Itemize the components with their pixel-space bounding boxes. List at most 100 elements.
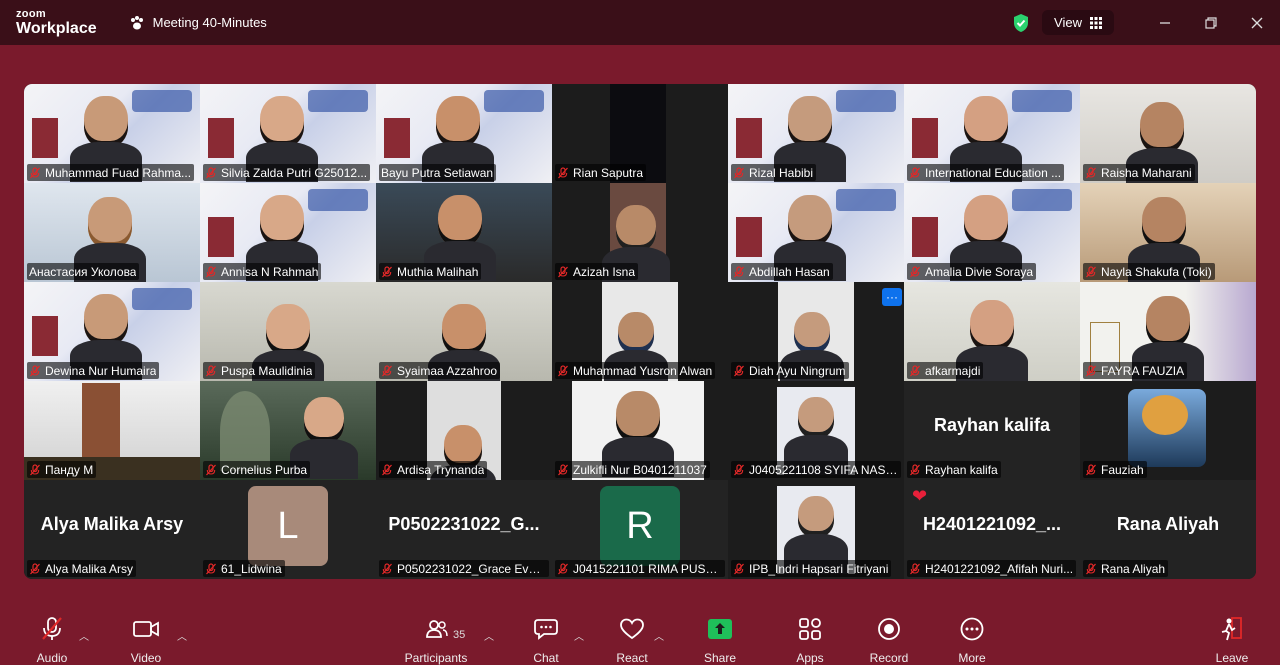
participant-name-label: Puspa Maulidinia <box>203 362 316 379</box>
audio-button[interactable]: Audio <box>30 612 74 665</box>
muted-mic-icon <box>30 364 40 376</box>
meeting-title-text: Meeting 40-Minutes <box>152 15 267 30</box>
muted-mic-icon <box>382 265 392 277</box>
participant-tile[interactable]: Muhammad Fuad Rahma... <box>24 84 200 183</box>
muted-mic-icon <box>910 364 920 376</box>
apps-button[interactable]: Apps <box>790 612 830 665</box>
participant-display-name: H2401221092_... <box>922 514 1062 534</box>
grid-icon <box>1090 16 1102 29</box>
participant-tile[interactable]: Анастасия Уколова <box>24 183 200 282</box>
video-options-caret[interactable]: ︿ <box>177 628 187 643</box>
participant-tile[interactable]: FAYRA FAUZIA <box>1080 282 1256 381</box>
participant-tile[interactable]: J0405221108 SYIFA NASY... <box>728 381 904 480</box>
avatar-initial: R <box>626 504 654 547</box>
minimize-button[interactable] <box>1142 0 1188 45</box>
participant-display-name: P0502231022_G... <box>388 514 540 534</box>
participant-tile[interactable]: Abdillah Hasan <box>728 183 904 282</box>
participant-name: Alya Malika Arsy <box>45 561 134 576</box>
leave-button[interactable]: Leave <box>1212 612 1252 665</box>
participant-tile[interactable]: Rayhan kalifa Rayhan kalifa <box>904 381 1080 480</box>
muted-mic-icon <box>206 562 216 574</box>
participant-tile[interactable]: Ardisa Trynanda <box>376 381 552 480</box>
participant-tile[interactable]: Azizah Isna <box>552 183 728 282</box>
participant-name-label: Alya Malika Arsy <box>27 560 137 577</box>
meeting-title[interactable]: Meeting 40-Minutes <box>129 15 267 31</box>
participant-name-label: Silvia Zalda Putri G25012... <box>203 164 371 181</box>
muted-mic-icon <box>1086 562 1096 574</box>
participant-name-label: IPB_Indri Hapsari Fitriyani <box>731 560 892 577</box>
participant-tile[interactable]: IPB_Indri Hapsari Fitriyani <box>728 480 904 579</box>
muted-mic-icon <box>734 562 744 574</box>
participant-tile[interactable]: Fauziah <box>1080 381 1256 480</box>
participant-tile[interactable]: H2401221092_... ❤ H2401221092_Afifah Nuri.… <box>904 480 1080 579</box>
chat-label: Chat <box>533 651 559 665</box>
share-screen-icon <box>708 619 732 639</box>
participant-tile[interactable]: Zulkifli Nur B0401211037 <box>552 381 728 480</box>
participant-tile[interactable]: Muthia Malihah <box>376 183 552 282</box>
participant-name: Puspa Maulidinia <box>221 363 313 378</box>
participant-tile[interactable]: Rana Aliyah Rana Aliyah <box>1080 480 1256 579</box>
participant-name-label: Raisha Maharani <box>1083 164 1195 181</box>
participants-options-caret[interactable]: ︿ <box>484 628 494 643</box>
chat-options-caret[interactable]: ︿ <box>574 628 584 643</box>
participant-name-label: Muhammad Fuad Rahma... <box>27 164 195 181</box>
participant-tile[interactable]: Cornelius Purba <box>200 381 376 480</box>
chat-button[interactable]: Chat <box>526 612 566 665</box>
muted-mic-icon <box>382 463 392 475</box>
close-button[interactable] <box>1234 0 1280 45</box>
participant-name: Rizal Habibi <box>749 165 814 180</box>
participant-tile[interactable]: Rian Saputra <box>552 84 728 183</box>
participant-name-label: Syaimaa Azzahroo <box>379 362 501 379</box>
participant-tile[interactable]: Silvia Zalda Putri G25012... <box>200 84 376 183</box>
more-button[interactable]: More <box>952 612 992 665</box>
share-button[interactable]: Share <box>700 612 740 665</box>
muted-mic-icon <box>1086 166 1096 178</box>
participant-tile[interactable]: ··· Diah Ayu Ningrum <box>728 282 904 381</box>
participant-tile[interactable]: Annisa N Rahmah <box>200 183 376 282</box>
avatar-initial: L <box>277 504 299 547</box>
participant-tile[interactable]: International Education ... <box>904 84 1080 183</box>
restore-button[interactable] <box>1188 0 1234 45</box>
record-button[interactable]: Record <box>866 612 912 665</box>
security-shield-icon[interactable] <box>1012 13 1030 33</box>
participant-tile[interactable]: Puspa Maulidinia <box>200 282 376 381</box>
participant-display-name: Alya Malika Arsy <box>40 514 184 534</box>
title-bar: zoom Workplace Meeting 40-Minutes View <box>0 0 1280 45</box>
participant-tile[interactable]: Nayla Shakufa (Toki) <box>1080 183 1256 282</box>
participant-tile[interactable]: P0502231022_G... P0502231022_Grace Evelyn <box>376 480 552 579</box>
logo-top-text: zoom <box>16 7 46 20</box>
tile-more-options-button[interactable]: ··· <box>882 288 902 306</box>
audio-options-caret[interactable]: ︿ <box>79 628 89 643</box>
video-button[interactable]: Video <box>124 612 168 665</box>
react-options-caret[interactable]: ︿ <box>654 628 664 643</box>
view-button[interactable]: View <box>1042 10 1114 35</box>
participant-tile[interactable]: Amalia Divie Soraya <box>904 183 1080 282</box>
participant-tile[interactable]: afkarmajdi <box>904 282 1080 381</box>
participant-tile[interactable]: Syaimaa Azzahroo <box>376 282 552 381</box>
participant-tile[interactable]: Alya Malika Arsy Alya Malika Arsy <box>24 480 200 579</box>
participant-tile[interactable]: Dewina Nur Humaira <box>24 282 200 381</box>
record-label: Record <box>869 651 909 665</box>
participant-name: Muhammad Fuad Rahma... <box>45 165 192 180</box>
leave-label: Leave <box>1215 651 1249 665</box>
participant-tile[interactable]: Muhammad Yusron Alwan <box>552 282 728 381</box>
participant-tile[interactable]: Rizal Habibi <box>728 84 904 183</box>
participant-tile[interactable]: R J0415221101 RIMA PUSPI... <box>552 480 728 579</box>
react-button[interactable]: React <box>612 612 652 665</box>
participant-name: J0405221108 SYIFA NASY... <box>749 462 898 477</box>
participants-count: 35 <box>453 629 466 641</box>
participant-name-label: Dewina Nur Humaira <box>27 362 160 379</box>
muted-mic-icon <box>206 463 216 475</box>
participant-tile[interactable]: Raisha Maharani <box>1080 84 1256 183</box>
participant-name: P0502231022_Grace Evelyn <box>397 561 546 576</box>
participant-tile[interactable]: Bayu Putra Setiawan <box>376 84 552 183</box>
restore-icon <box>1205 16 1217 29</box>
participant-name: Dewina Nur Humaira <box>45 363 157 378</box>
participant-name: Silvia Zalda Putri G25012... <box>221 165 368 180</box>
participant-tile[interactable]: Пандy M <box>24 381 200 480</box>
muted-mic-icon <box>558 562 568 574</box>
participant-name-label: J0415221101 RIMA PUSPI... <box>555 560 725 577</box>
participant-name: Abdillah Hasan <box>749 264 830 279</box>
participant-tile[interactable]: L 61_Lidwina <box>200 480 376 579</box>
muted-mic-icon <box>734 364 744 376</box>
